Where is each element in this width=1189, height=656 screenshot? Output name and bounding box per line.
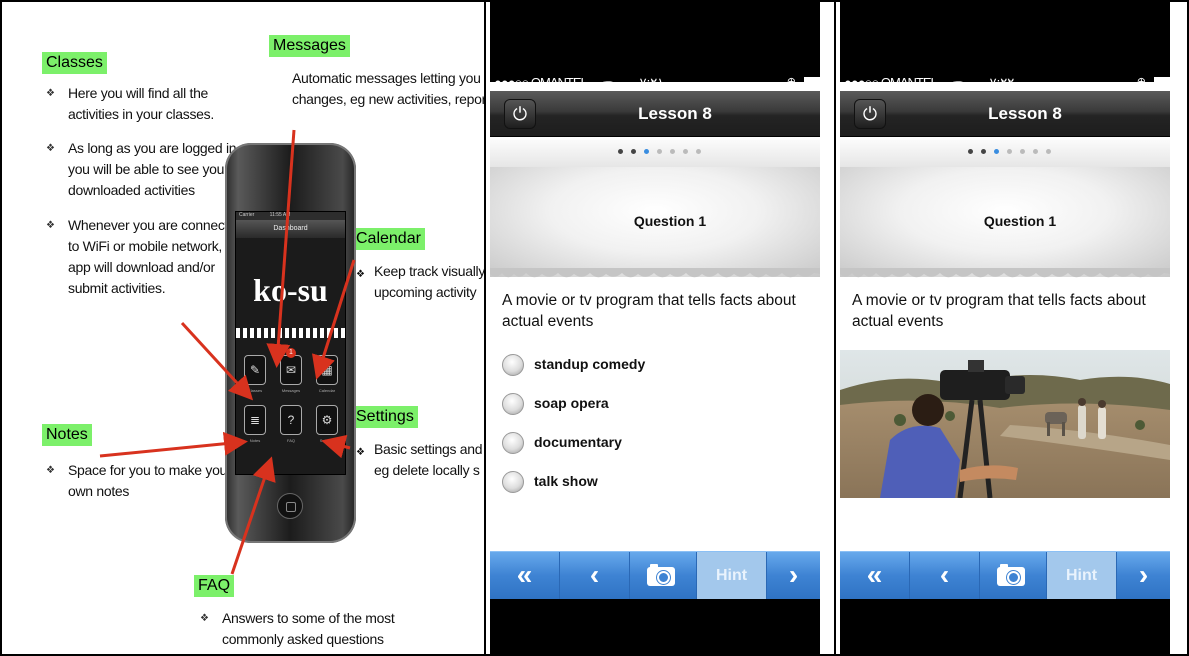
battery-icon (804, 77, 820, 87)
camera-icon (997, 564, 1025, 586)
calendar-arrow (311, 259, 356, 380)
settings-arrow (321, 434, 351, 459)
next-question-button[interactable]: › (1117, 552, 1170, 600)
quiz-toolbar: « ‹ Hint › (490, 551, 820, 600)
torn-edge (490, 268, 820, 278)
column-divider (484, 0, 486, 656)
wifi-icon: ᯤ (952, 76, 964, 91)
camera-button[interactable] (630, 552, 697, 600)
lesson-title: Lesson 8 (988, 104, 1062, 123)
classes-arrow (180, 321, 254, 401)
radio-button[interactable] (502, 354, 524, 376)
quiz-screen-image: ●●●○○ OMANTEL ᯤ ٧:٢٢ م ⊕ ⏻ Lesson 8 Ques… (840, 2, 1187, 654)
camera-button[interactable] (980, 552, 1047, 600)
quiz-screen-options: ●●●○○ OMANTEL ᯤ ٧:٢١ م ⊕ ⏻ Lesson 8 Ques… (490, 2, 820, 654)
radio-button[interactable] (502, 471, 524, 493)
torn-edge (840, 268, 1170, 278)
dashboard-guide-panel: Classes ❖ Here you will find all the act… (2, 2, 484, 654)
radio-button[interactable] (502, 393, 524, 415)
question-text: A movie or tv program that tells facts a… (852, 292, 1146, 330)
status-bar: ●●●○○ OMANTEL ᯤ ٧:٢٢ م ⊕ (844, 75, 1170, 91)
hint-button[interactable]: Hint (1047, 552, 1117, 600)
page-indicator (840, 137, 1170, 167)
next-question-button[interactable]: › (767, 552, 820, 600)
wifi-icon: ᯤ (602, 76, 614, 91)
callout-arrows (99, 129, 356, 575)
question-title: Question 1 (983, 213, 1057, 229)
first-question-button[interactable]: « (490, 552, 560, 600)
battery-icon (1154, 77, 1170, 87)
messages-arrow (266, 129, 296, 368)
lesson-title: Lesson 8 (638, 104, 712, 123)
hint-button[interactable]: Hint (697, 552, 767, 600)
nav-bar: ⏻ Lesson 8 (840, 91, 1170, 137)
first-question-button[interactable]: « (840, 552, 910, 600)
column-divider (834, 0, 836, 656)
radio-button[interactable] (502, 432, 524, 454)
previous-question-button[interactable]: ‹ (560, 552, 630, 600)
question-title: Question 1 (633, 213, 707, 229)
quiz-toolbar: « ‹ Hint › (840, 551, 1170, 600)
faq-arrow (230, 456, 276, 575)
status-bar: ●●●○○ OMANTEL ᯤ ٧:٢١ م ⊕ (494, 75, 820, 91)
documentary-photo (840, 350, 1170, 498)
previous-question-button[interactable]: ‹ (910, 552, 980, 600)
camera-icon (647, 564, 675, 586)
question-text: A movie or tv program that tells facts a… (502, 292, 796, 330)
notes-arrow (99, 431, 248, 458)
rotation-lock-icon: ⊕ (1136, 76, 1146, 88)
rotation-lock-icon: ⊕ (786, 76, 796, 88)
page-indicator (490, 137, 820, 167)
nav-bar: ⏻ Lesson 8 (490, 91, 820, 137)
